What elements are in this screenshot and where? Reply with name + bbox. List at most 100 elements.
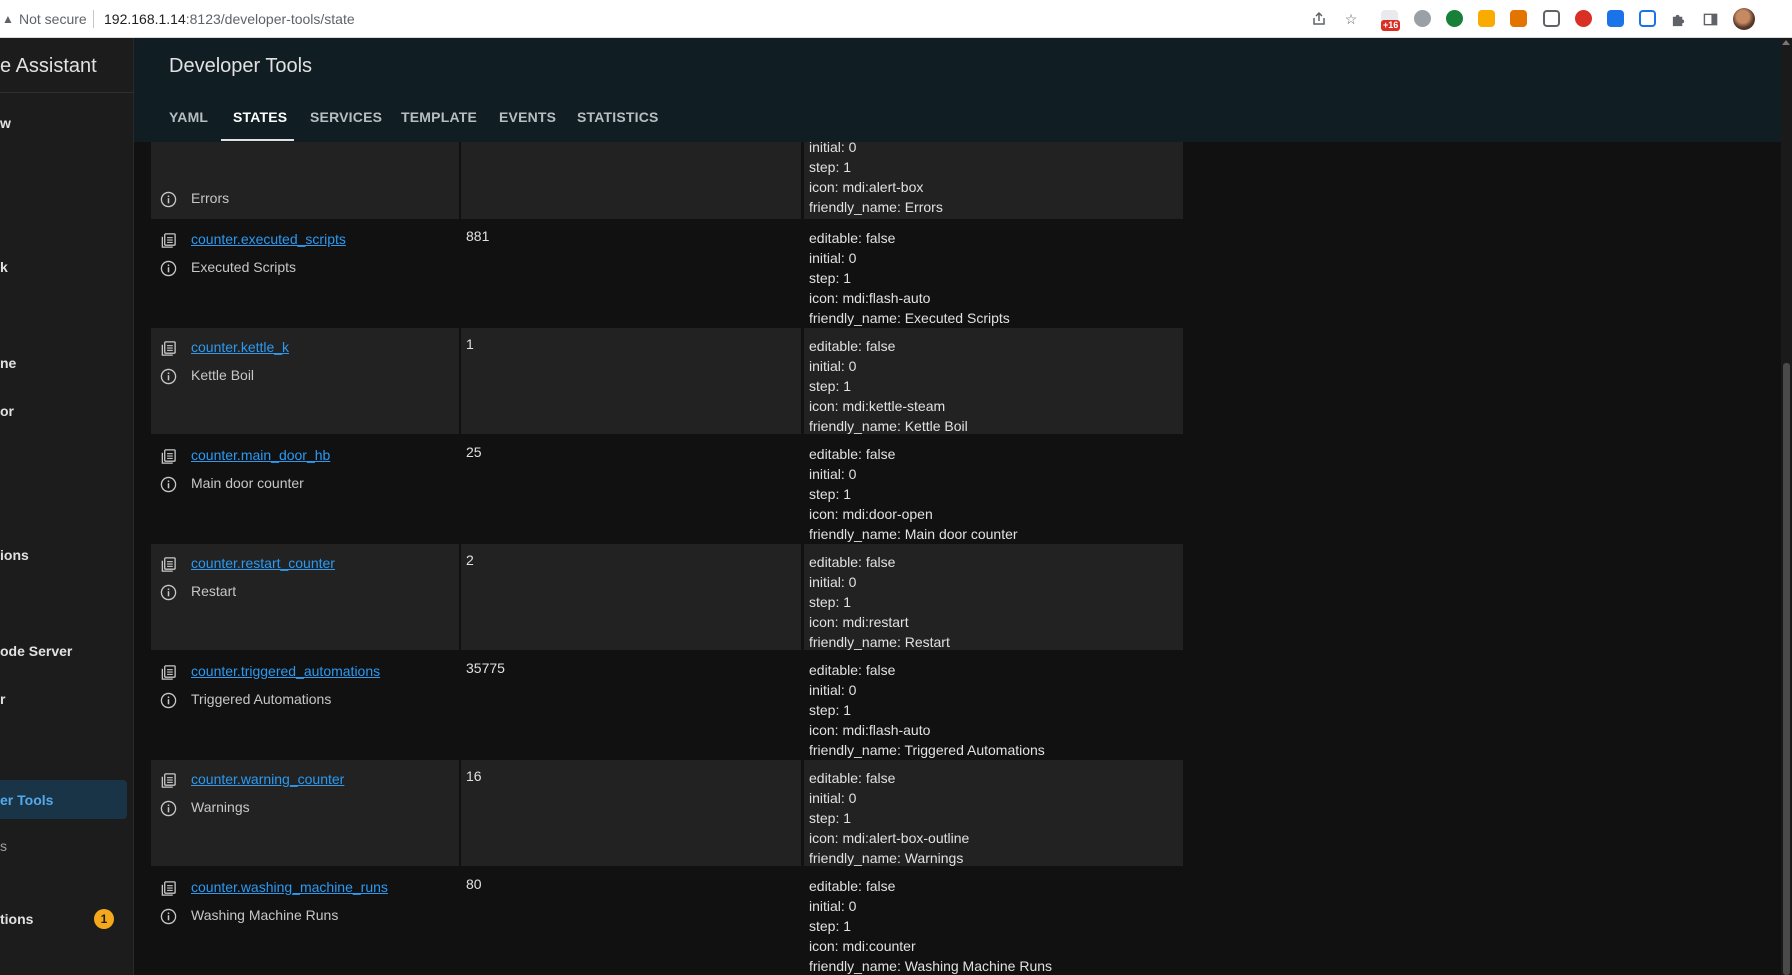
attribute-line: initial: 0 (809, 682, 857, 698)
info-icon[interactable] (160, 584, 177, 601)
state-cell (461, 142, 801, 219)
attribute-line: friendly_name: Executed Scripts (809, 310, 1010, 326)
sidebar-item-log[interactable]: k (0, 259, 8, 275)
entity-id-link[interactable]: counter.triggered_automations (191, 663, 380, 679)
url-host: 192.168.1.14 (104, 11, 186, 27)
adblock-icon[interactable] (1414, 10, 1431, 27)
entity-id-link[interactable]: counter.warning_counter (191, 771, 344, 787)
info-icon[interactable] (160, 191, 177, 208)
copy-icon[interactable] (160, 772, 177, 789)
attribute-line: friendly_name: Main door counter (809, 526, 1018, 542)
scroll-up-icon[interactable] (1782, 40, 1790, 45)
attributes-cell: editable: false initial: 0 step: 1 icon: md… (804, 220, 1183, 326)
attribute-line: initial: 0 (809, 358, 857, 374)
sidebar-divider (0, 92, 134, 93)
notification-badge: 1 (94, 909, 114, 929)
entity-cell: counter.executed_scripts Executed Script… (151, 220, 459, 326)
profile-avatar[interactable] (1733, 8, 1755, 30)
extensions-puzzle-icon[interactable] (1668, 9, 1688, 29)
entity-id-link[interactable]: counter.executed_scripts (191, 231, 346, 247)
sidebar-item-automations[interactable]: ions (0, 547, 29, 563)
attribute-line: icon: mdi:restart (809, 614, 909, 630)
attributes-cell: editable: false initial: 0 step: 1 icon: md… (804, 760, 1183, 866)
table-row: counter.washing_machine_runs Washing Mac… (151, 868, 1183, 974)
bookmark-star-icon[interactable]: ☆ (1341, 9, 1361, 29)
side-panel-icon[interactable] (1700, 9, 1720, 29)
state-value: 80 (466, 876, 482, 892)
attributes-cell: initial: 0 step: 1 icon: mdi:alert-box f… (804, 142, 1183, 219)
sidebar-item-notifications[interactable]: tions (0, 911, 33, 927)
table-row: counter.triggered_automations Triggered … (151, 652, 1183, 758)
copy-icon[interactable] (160, 664, 177, 681)
entity-cell: counter.washing_machine_runs Washing Mac… (151, 868, 459, 974)
sidebar-item-home[interactable]: ne (0, 355, 16, 371)
tab-template[interactable]: TEMPLATE (401, 109, 477, 125)
url-path: :8123/developer-tools/state (185, 11, 355, 27)
info-icon[interactable] (160, 908, 177, 925)
friendly-name: Triggered Automations (191, 691, 332, 707)
attribute-line: step: 1 (809, 486, 852, 502)
security-indicator[interactable]: Not secure (19, 11, 87, 27)
copy-icon[interactable] (160, 232, 177, 249)
scroll-thumb[interactable] (1783, 363, 1790, 975)
entity-id-link[interactable]: counter.kettle_k (191, 339, 289, 355)
sidebar-item-editor[interactable]: or (0, 403, 14, 419)
sidebar-item-r[interactable]: r (0, 691, 5, 707)
browser-toolbar: ▲ Not secure 192.168.1.14:8123/developer… (0, 0, 1792, 38)
info-icon[interactable] (160, 260, 177, 277)
attribute-line: icon: mdi:flash-auto (809, 290, 931, 306)
tab-yaml[interactable]: YAML (169, 109, 208, 125)
entity-id-link[interactable]: counter.washing_machine_runs (191, 879, 388, 895)
friendly-name: Restart (191, 583, 237, 599)
extension-yellow-icon[interactable] (1478, 10, 1495, 27)
sidebar-title[interactable]: e Assistant (0, 55, 97, 78)
info-icon[interactable] (160, 476, 177, 493)
extension-red-icon[interactable] (1575, 10, 1592, 27)
extension-green-icon[interactable] (1446, 10, 1463, 27)
attribute-line: friendly_name: Warnings (809, 850, 964, 866)
sidebar-item-overview[interactable]: w (0, 115, 11, 131)
state-value: 1 (466, 336, 474, 352)
friendly-name: Main door counter (191, 475, 304, 491)
copy-icon[interactable] (160, 340, 177, 357)
attribute-line: step: 1 (809, 159, 852, 175)
info-icon[interactable] (160, 368, 177, 385)
copy-icon[interactable] (160, 448, 177, 465)
copy-icon[interactable] (160, 880, 177, 897)
attribute-line: icon: mdi:alert-box-outline (809, 830, 970, 846)
attribute-line: editable: false (809, 446, 896, 462)
page-scrollbar[interactable] (1781, 38, 1792, 975)
state-cell: 25 (461, 436, 801, 542)
tab-events[interactable]: EVENTS (499, 109, 556, 125)
attribute-line: editable: false (809, 770, 896, 786)
extension-blue-icon[interactable] (1607, 10, 1624, 27)
address-separator (93, 10, 94, 28)
tab-services[interactable]: SERVICES (310, 109, 382, 125)
entity-id-link[interactable]: counter.restart_counter (191, 555, 335, 571)
copy-icon[interactable] (160, 556, 177, 573)
sidebar: e Assistant w k ne or ions ode Server r … (0, 38, 134, 975)
attributes-list: editable: false initial: 0 step: 1 icon: md… (809, 660, 1045, 760)
attribute-line: editable: false (809, 338, 896, 354)
table-row: counter.restart_counter Restart 2 editab… (151, 544, 1183, 650)
sidebar-item-code-server[interactable]: ode Server (0, 643, 72, 659)
tab-statistics[interactable]: STATISTICS (577, 109, 659, 125)
entity-id-link[interactable]: counter.main_door_hb (191, 447, 330, 463)
address-bar[interactable]: 192.168.1.14:8123/developer-tools/state (104, 11, 355, 27)
friendly-name: Executed Scripts (191, 259, 297, 275)
state-cell: 80 (461, 868, 801, 974)
attribute-line: step: 1 (809, 594, 852, 610)
entity-cell: Errors (151, 142, 459, 219)
states-table: Errors initial: 0 step: 1 icon: mdi:aler… (134, 142, 1781, 975)
share-icon[interactable] (1309, 9, 1329, 29)
extension-shield-icon[interactable] (1543, 10, 1560, 27)
info-icon[interactable] (160, 800, 177, 817)
extension-pen-icon[interactable] (1639, 10, 1656, 27)
table-row: counter.warning_counter Warnings 16 edit… (151, 760, 1183, 866)
attribute-line: initial: 0 (809, 898, 857, 914)
attribute-line: step: 1 (809, 702, 852, 718)
extension-orange-icon[interactable] (1510, 10, 1527, 27)
tab-states[interactable]: STATES (233, 109, 287, 125)
info-icon[interactable] (160, 692, 177, 709)
sidebar-item-settings[interactable]: s (0, 838, 7, 854)
